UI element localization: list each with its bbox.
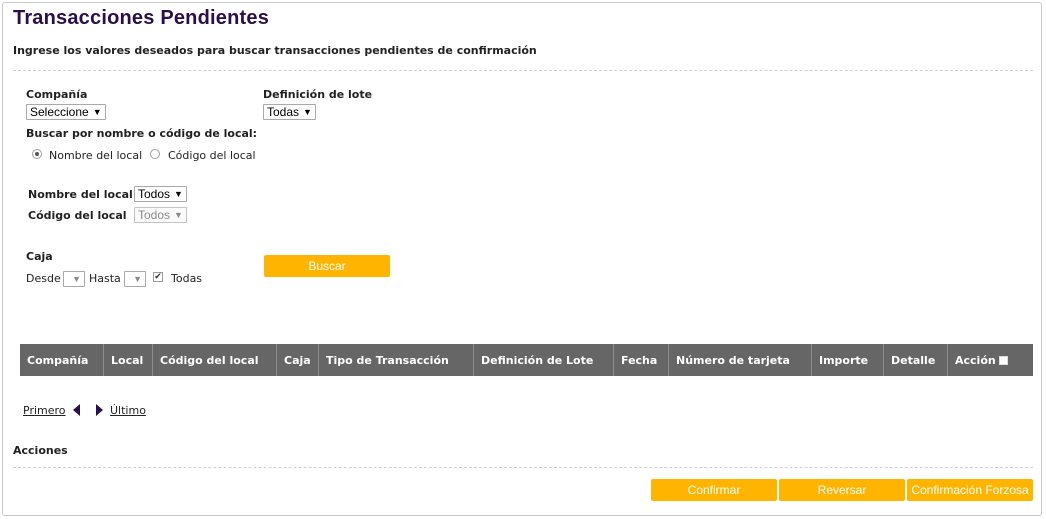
store-code-label: Código del local <box>28 209 127 222</box>
store-code-select-value: Todos <box>138 208 171 222</box>
store-name-label: Nombre del local <box>28 188 133 201</box>
register-all-checkbox[interactable]: ✔ <box>153 272 163 282</box>
page-frame: Transacciones Pendientes Ingrese los val… <box>2 2 1042 516</box>
register-all-label: Todas <box>171 272 203 285</box>
search-button[interactable]: Buscar <box>264 255 390 277</box>
actions-label: Acciones <box>13 444 68 457</box>
radio-store-name[interactable] <box>32 149 42 159</box>
confirm-button[interactable]: Confirmar <box>651 479 777 501</box>
column-header-date[interactable]: Fecha <box>614 344 669 376</box>
page-subtitle: Ingrese los valores deseados para buscar… <box>13 44 537 57</box>
radio-store-name-label: Nombre del local <box>49 149 143 162</box>
divider <box>13 70 1033 71</box>
search-by-label: Buscar por nombre o código de local: <box>26 127 258 140</box>
page-title: Transacciones Pendientes <box>13 7 270 29</box>
column-header-detail[interactable]: Detalle <box>884 344 948 376</box>
column-header-amount[interactable]: Importe <box>812 344 884 376</box>
register-to-select[interactable]: ▼ <box>124 271 146 287</box>
company-select-value: Seleccione <box>30 105 89 119</box>
radio-store-code-label: Código del local <box>168 149 256 162</box>
previous-page-icon[interactable] <box>73 404 80 416</box>
company-select[interactable]: Seleccione ▼ <box>26 104 106 120</box>
store-name-select-value: Todos <box>138 187 171 201</box>
column-header-store[interactable]: Local <box>104 344 153 376</box>
column-header-action: Acción <box>948 344 1033 376</box>
column-header-transaction-type[interactable]: Tipo de Transacción <box>319 344 474 376</box>
register-from-select[interactable]: ▼ <box>63 271 85 287</box>
chevron-down-icon: ▼ <box>92 106 102 117</box>
batch-definition-select-value: Todas <box>267 105 300 119</box>
column-header-batch-definition[interactable]: Definición de Lote <box>474 344 614 376</box>
chevron-down-icon: ▼ <box>72 273 81 284</box>
force-confirm-button[interactable]: Confirmación Forzosa <box>907 479 1033 501</box>
register-from-label: Desde <box>26 272 61 285</box>
next-page-icon[interactable] <box>96 404 103 416</box>
column-header-company[interactable]: Compañía <box>20 344 104 376</box>
chevron-down-icon: ▼ <box>303 106 312 117</box>
reverse-button[interactable]: Reversar <box>779 479 905 501</box>
register-to-label: Hasta <box>89 272 121 285</box>
column-header-store-code[interactable]: Código del local <box>153 344 277 376</box>
pagination-first-link[interactable]: Primero <box>23 404 66 417</box>
select-all-checkbox[interactable] <box>998 355 1008 365</box>
store-code-select[interactable]: Todos ▼ <box>134 207 187 223</box>
column-header-action-label: Acción <box>955 353 996 367</box>
divider <box>13 467 1033 468</box>
chevron-down-icon: ▼ <box>174 188 183 199</box>
company-label: Compañía <box>26 88 88 101</box>
chevron-down-icon: ▼ <box>133 273 142 284</box>
column-header-card-number[interactable]: Número de tarjeta <box>669 344 812 376</box>
batch-definition-select[interactable]: Todas ▼ <box>263 104 316 120</box>
column-header-register[interactable]: Caja <box>277 344 319 376</box>
register-label: Caja <box>26 250 53 263</box>
chevron-down-icon: ▼ <box>174 209 183 220</box>
store-name-select[interactable]: Todos ▼ <box>134 186 187 202</box>
radio-store-code[interactable] <box>150 149 160 159</box>
batch-definition-label: Definición de lote <box>263 88 373 101</box>
results-table-header: Compañía Local Código del local Caja Tip… <box>20 344 1033 376</box>
pagination-last-link[interactable]: Último <box>110 404 146 417</box>
